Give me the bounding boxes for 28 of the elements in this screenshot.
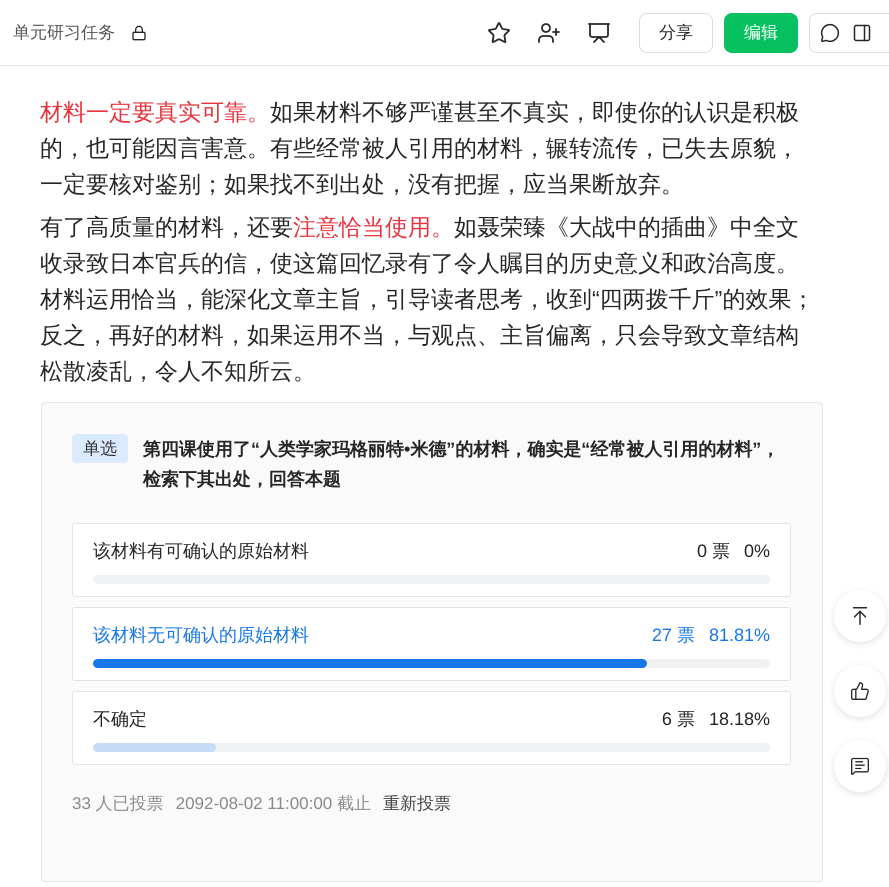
comment-icon[interactable]	[820, 22, 840, 42]
poll-deadline: 2092-08-02 11:00:00 截止	[176, 793, 371, 815]
poll-option[interactable]: 该材料有可确认的原始材料 0 票 0%	[72, 523, 791, 597]
share-button[interactable]: 分享	[639, 12, 713, 52]
vote-count: 0 票	[696, 540, 730, 563]
option-label: 该材料有可确认的原始材料	[93, 540, 309, 563]
thumbs-up-icon	[850, 681, 870, 701]
body-paragraph: 有了高质量的材料，还要注意恰当使用。如聂荣臻《大战中的插曲》中全文收录致日本官兵的信，使这篇回忆录有了令人瞩目的历史意义和政治高度。材料运用恰当，能深化文章主旨，引导读者思考，收到“四两拨千斤”的效果；反之，再好的材料，如果运用不当，与观点、主旨偏离，只会导致文章结构松散凌乱，令人不知所云。	[40, 213, 816, 386]
voter-count: 33 人已投票	[72, 793, 164, 815]
single-choice-tag: 单选	[72, 434, 128, 463]
body-paragraph: 材料一定要真实可靠。如果材料不够严谨甚至不真实，即使你的认识是积极的，也可能因言害意。有些经常被人引用的材料，辗转流传，已失去原貌，一定要核对鉴别；如果找不到出处，没有把握，应当果断放弃。	[40, 98, 800, 199]
revote-link[interactable]: 重新投票	[382, 791, 451, 816]
option-label: 该材料无可确认的原始材料	[93, 624, 309, 647]
poll-question: 第四课使用了“人类学家玛格丽特•米德”的材料，确实是“经常被人引用的材料”，检索下其出处，回答本题	[143, 438, 780, 491]
vote-count: 27 票	[652, 624, 695, 647]
presentation-icon[interactable]	[587, 20, 611, 44]
vote-count: 6 票	[662, 708, 695, 731]
vote-percent: 81.81%	[708, 624, 770, 647]
document-title: 单元研习任务	[13, 22, 115, 44]
comment-icon	[850, 756, 870, 776]
panel-icon[interactable]	[852, 22, 872, 42]
vote-percent: 18.18%	[708, 708, 770, 731]
vote-percent: 0%	[744, 540, 770, 563]
add-user-icon[interactable]	[537, 20, 561, 44]
star-icon[interactable]	[487, 20, 511, 44]
poll-option[interactable]: 不确定 6 票 18.18%	[72, 691, 791, 765]
option-label: 不确定	[93, 708, 147, 731]
poll-option[interactable]: 该材料无可确认的原始材料 27 票 81.81%	[72, 607, 791, 681]
